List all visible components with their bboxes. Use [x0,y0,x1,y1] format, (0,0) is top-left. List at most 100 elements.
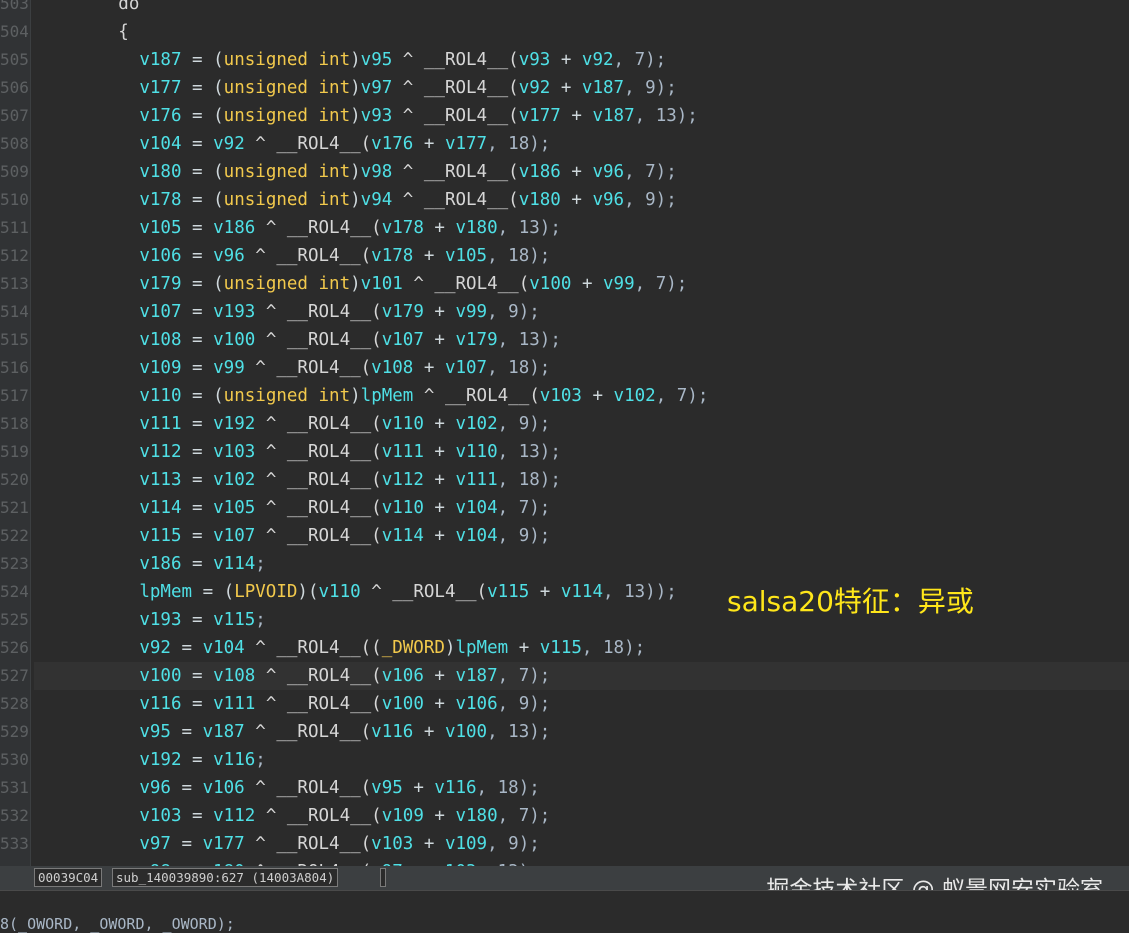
identifier[interactable]: v180 [139,162,181,182]
identifier[interactable]: v99 [603,274,635,294]
code-line[interactable]: v98 = v180 ^ __ROL4__(v97 + v103, 13); [34,858,1129,866]
identifier[interactable]: v97 [139,834,171,854]
code-line[interactable]: v96 = v106 ^ __ROL4__(v95 + v116, 18); [34,774,1129,802]
identifier[interactable]: v178 [382,218,424,238]
identifier[interactable]: v111 [455,470,497,490]
identifier[interactable]: v186 [213,218,255,238]
identifier[interactable]: v95 [371,778,403,798]
identifier[interactable]: v107 [382,330,424,350]
identifier[interactable]: v92 [582,50,614,70]
code-line[interactable]: v107 = v193 ^ __ROL4__(v179 + v99, 9); [34,298,1129,326]
code-line[interactable]: v179 = (unsigned int)v101 ^ __ROL4__(v10… [34,270,1129,298]
identifier[interactable]: v96 [592,190,624,210]
code-line[interactable]: v177 = (unsigned int)v97 ^ __ROL4__(v92 … [34,74,1129,102]
identifier[interactable]: v176 [371,134,413,154]
identifier[interactable]: v96 [592,162,624,182]
identifier[interactable]: v97 [361,78,393,98]
identifier[interactable]: v180 [455,218,497,238]
identifier[interactable]: v105 [445,246,487,266]
identifier[interactable]: v99 [455,302,487,322]
identifier[interactable]: lpMem [139,582,192,602]
code-line[interactable]: do [34,0,1129,18]
identifier[interactable]: v177 [519,106,561,126]
identifier[interactable]: v193 [139,610,181,630]
identifier[interactable]: v193 [213,302,255,322]
identifier[interactable]: v105 [139,218,181,238]
identifier[interactable]: v92 [519,78,551,98]
code-line[interactable]: v108 = v100 ^ __ROL4__(v107 + v179, 13); [34,326,1129,354]
identifier[interactable]: v179 [382,302,424,322]
identifier[interactable]: v109 [445,834,487,854]
code-line[interactable]: v109 = v99 ^ __ROL4__(v108 + v107, 18); [34,354,1129,382]
identifier[interactable]: v100 [213,330,255,350]
identifier[interactable]: v116 [434,778,476,798]
code-line[interactable]: v187 = (unsigned int)v95 ^ __ROL4__(v93 … [34,46,1129,74]
identifier[interactable]: v107 [139,302,181,322]
identifier[interactable]: v92 [139,638,171,658]
identifier[interactable]: v103 [213,442,255,462]
identifier[interactable]: v115 [540,638,582,658]
identifier[interactable]: v104 [455,498,497,518]
identifier[interactable]: v114 [561,582,603,602]
code-line[interactable]: v112 = v103 ^ __ROL4__(v111 + v110, 13); [34,438,1129,466]
identifier[interactable]: v93 [361,106,393,126]
identifier[interactable]: v110 [382,414,424,434]
identifier[interactable]: v116 [371,722,413,742]
identifier[interactable]: v186 [519,162,561,182]
identifier[interactable]: v110 [139,386,181,406]
identifier[interactable]: v110 [455,442,497,462]
identifier[interactable]: v180 [519,190,561,210]
identifier[interactable]: v177 [445,134,487,154]
identifier[interactable]: v103 [139,806,181,826]
identifier[interactable]: v102 [455,414,497,434]
identifier[interactable]: v101 [361,274,403,294]
code-line[interactable]: v97 = v177 ^ __ROL4__(v103 + v109, 9); [34,830,1129,858]
identifier[interactable]: v100 [445,722,487,742]
identifier[interactable]: v95 [139,722,171,742]
identifier[interactable]: v107 [445,358,487,378]
identifier[interactable]: v176 [139,106,181,126]
code-line[interactable]: v180 = (unsigned int)v98 ^ __ROL4__(v186… [34,158,1129,186]
code-line[interactable]: v92 = v104 ^ __ROL4__((_DWORD)lpMem + v1… [34,634,1129,662]
pseudocode-editor[interactable]: 503 504 505 506 507 508 509 510 511 512 513 514 515 5… [0,0,1129,866]
identifier[interactable]: v114 [382,526,424,546]
identifier[interactable]: v114 [213,554,255,574]
identifier[interactable]: v106 [203,778,245,798]
code-line[interactable]: v192 = v116; [34,746,1129,774]
identifier[interactable]: v179 [455,330,497,350]
identifier[interactable]: v103 [371,834,413,854]
code-line[interactable]: v100 = v108 ^ __ROL4__(v106 + v187, 7); [34,662,1129,690]
identifier[interactable]: v104 [139,134,181,154]
identifier[interactable]: v94 [361,190,393,210]
code-line[interactable]: v104 = v92 ^ __ROL4__(v176 + v177, 18); [34,130,1129,158]
code-line[interactable]: { [34,18,1129,46]
identifier[interactable]: v110 [319,582,361,602]
identifier[interactable]: v115 [139,526,181,546]
code-line[interactable]: v114 = v105 ^ __ROL4__(v110 + v104, 7); [34,494,1129,522]
code-line[interactable]: v110 = (unsigned int)lpMem ^ __ROL4__(v1… [34,382,1129,410]
identifier[interactable]: v110 [382,498,424,518]
identifier[interactable]: v112 [139,442,181,462]
identifier[interactable]: v109 [382,806,424,826]
identifier[interactable]: v112 [382,470,424,490]
identifier[interactable]: v107 [213,526,255,546]
identifier[interactable]: v116 [139,694,181,714]
identifier[interactable]: v115 [213,610,255,630]
identifier[interactable]: v115 [487,582,529,602]
identifier[interactable]: v179 [139,274,181,294]
code-line[interactable]: v105 = v186 ^ __ROL4__(v178 + v180, 13); [34,214,1129,242]
identifier[interactable]: v187 [455,666,497,686]
identifier[interactable]: v187 [203,722,245,742]
identifier[interactable]: v104 [455,526,497,546]
identifier[interactable]: v95 [361,50,393,70]
identifier[interactable]: v100 [139,666,181,686]
identifier[interactable]: v106 [139,246,181,266]
code-line[interactable]: v103 = v112 ^ __ROL4__(v109 + v180, 7); [34,802,1129,830]
identifier[interactable]: v187 [139,50,181,70]
identifier[interactable]: v186 [139,554,181,574]
identifier[interactable]: v180 [455,806,497,826]
identifier[interactable]: v187 [582,78,624,98]
identifier[interactable]: v178 [371,246,413,266]
code-line[interactable]: v106 = v96 ^ __ROL4__(v178 + v105, 18); [34,242,1129,270]
code-line[interactable]: v95 = v187 ^ __ROL4__(v116 + v100, 13); [34,718,1129,746]
